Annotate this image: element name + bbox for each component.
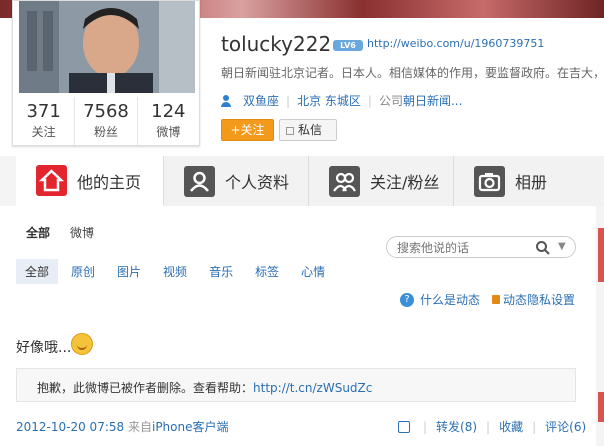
search-box: ▼ [386,236,576,258]
type-filter-tag[interactable]: 标签 [255,263,279,280]
message-button[interactable]: 私信 [279,119,337,141]
type-filter-music[interactable]: 音乐 [209,263,233,280]
tab-follow-fans-label: 关注/粉丝 [370,173,440,192]
help-link[interactable]: http://t.cn/zWSudZc [253,381,372,395]
zodiac-link[interactable]: 双鱼座 [243,92,279,109]
help-links: ? 什么是动态 动态隐私设置 [400,291,575,308]
tab-follow-fans[interactable]: 关注/粉丝 [309,156,454,206]
stat-followers[interactable]: 7568 粉丝 [75,97,138,145]
location-link[interactable]: 北京 东城区 [297,92,361,109]
stat-weibo[interactable]: 124 微博 [138,97,199,145]
stat-following-label: 关注 [31,125,56,139]
person-icon [184,165,215,197]
post-text: 好像哦... [16,340,72,356]
type-filter-mood[interactable]: 心情 [301,263,325,280]
profile-bio: 朝日新闻驻北京记者。日本人。相信媒体的作用，要监督政府。在吉大， [221,66,604,80]
filter-all[interactable]: 全部 [26,224,50,241]
deleted-notice-text: 抱歉，此微博已被作者删除。查看帮助： [37,381,254,395]
type-filter-all[interactable]: 全部 [16,258,59,284]
company-link[interactable]: 朝日新闻... [403,92,462,109]
home-icon [36,165,67,196]
follow-button[interactable]: +关注 [221,119,274,141]
chevron-down-icon[interactable]: ▼ [558,241,566,252]
filter-weibo[interactable]: 微博 [70,224,94,241]
divider: | [486,419,491,434]
search-input[interactable] [397,240,527,256]
tab-profile-label: 个人资料 [225,173,290,192]
feed-privacy-link[interactable]: 动态隐私设置 [503,291,575,308]
avatar-card: 371 关注 7568 粉丝 124 微博 [12,0,200,146]
like-icon[interactable] [398,420,410,433]
tab-profile[interactable]: 个人资料 [164,156,309,206]
emoji-icon [71,333,93,355]
profile-url-link[interactable]: http://weibo.com/u/1960739751 [367,37,544,50]
stat-weibo-count: 124 [151,101,186,122]
stat-followers-label: 粉丝 [93,125,118,139]
post-meta: 2012-10-20 07:58 来自iPhone客户端 [16,418,229,435]
stat-following-count: 371 [26,101,61,122]
what-is-feed-link[interactable]: 什么是动态 [420,291,480,308]
sidebar-edge [598,228,604,282]
people-icon [329,165,360,197]
favorite-button[interactable]: 收藏 [499,418,523,435]
repost-button[interactable]: 转发(8) [436,418,477,435]
deleted-notice: 抱歉，此微博已被作者删除。查看帮助：http://t.cn/zWSudZc [16,368,576,402]
stat-weibo-label: 微博 [156,125,181,139]
tab-album[interactable]: 相册 [454,156,604,206]
avatar[interactable] [19,1,195,93]
type-filter-video[interactable]: 视频 [163,263,187,280]
post-timestamp[interactable]: 2012-10-20 07:58 [16,420,124,434]
lock-icon [492,295,501,304]
person-icon [221,94,231,107]
divider: | [423,419,428,434]
type-filter-original[interactable]: 原创 [71,263,95,280]
profile-meta: 双鱼座 | 北京 东城区 | 公司 朝日新闻... [221,92,462,109]
tab-album-label: 相册 [515,173,548,192]
type-filter-bar: 全部 原创 图片 视频 音乐 标签 心情 [16,258,576,284]
comment-button[interactable]: 评论(6) [545,418,586,435]
divider: | [286,93,291,108]
camera-icon [474,165,505,197]
level-badge[interactable]: LV6 [333,40,363,51]
post-actions: | 转发(8) | 收藏 | 评论(6) [398,418,586,435]
search-icon[interactable] [535,240,551,259]
company-label: 公司 [378,94,403,108]
stat-following[interactable]: 371 关注 [13,97,76,145]
tab-home[interactable]: 他的主页 [16,156,164,206]
type-filter-image[interactable]: 图片 [117,263,141,280]
source-prefix: 来自 [127,420,152,434]
checkbox-icon [286,127,294,135]
question-icon: ? [400,292,414,307]
tab-home-label: 他的主页 [77,172,142,192]
profile-username: tolucky222 [221,32,332,56]
divider: | [532,419,537,434]
stat-followers-count: 7568 [83,101,129,122]
profile-tabs: 他的主页 个人资料 关注/粉丝 相册 [16,156,604,206]
source-link[interactable]: iPhone客户端 [152,420,229,434]
feed-filter: 全部 微博 [26,224,94,241]
message-button-label: 私信 [298,123,323,137]
profile-stats: 371 关注 7568 粉丝 124 微博 [13,97,199,145]
divider: | [367,93,372,108]
sidebar-edge [598,392,604,422]
